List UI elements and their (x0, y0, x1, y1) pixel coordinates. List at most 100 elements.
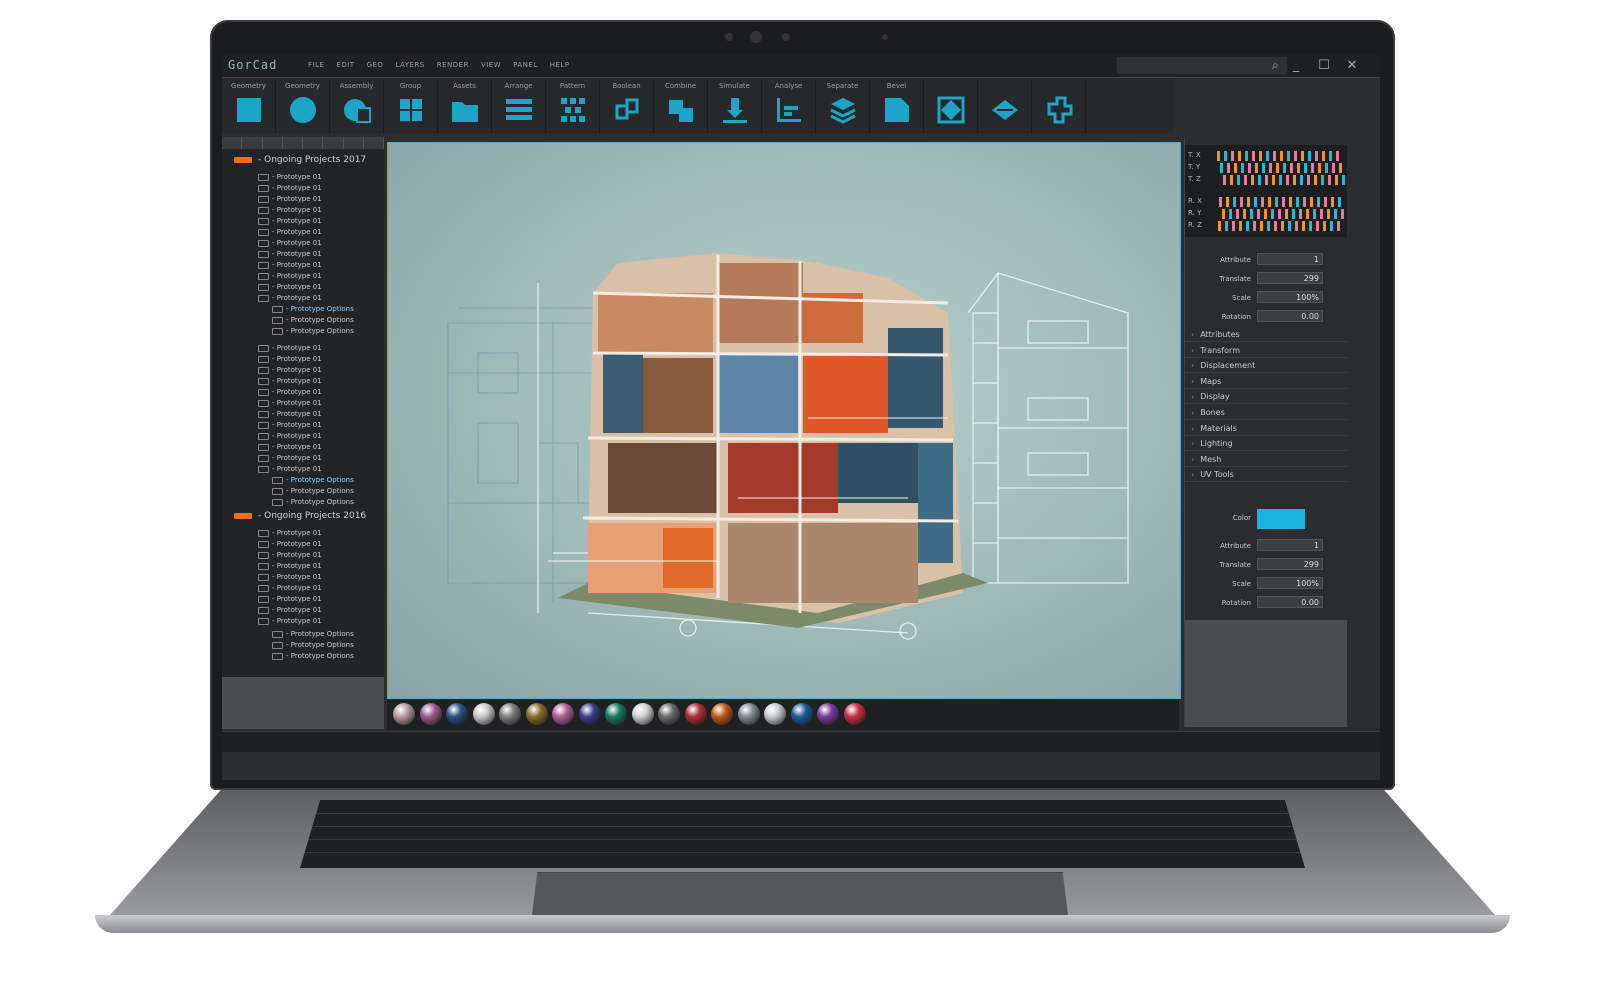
keyframe-mark[interactable] (1308, 151, 1311, 161)
property-value-input[interactable]: 1 (1257, 539, 1323, 551)
keyframe-mark[interactable] (1336, 151, 1339, 161)
prototype-item[interactable]: - Prototype 01 (258, 239, 322, 247)
property-value-input[interactable]: 100% (1257, 291, 1323, 303)
prototype-item[interactable]: - Prototype 01 (258, 388, 322, 396)
menu-item-geo[interactable]: GEO (367, 61, 384, 69)
keyframe-mark[interactable] (1243, 209, 1246, 219)
prototype-item[interactable]: - Prototype 01 (258, 261, 322, 269)
material-sphere[interactable] (817, 703, 839, 725)
keyframe-mark[interactable] (1339, 163, 1342, 173)
keyframe-mark[interactable] (1301, 151, 1304, 161)
prototype-item[interactable]: - Prototype 01 (258, 432, 322, 440)
keyframe-mark[interactable] (1281, 221, 1284, 231)
prototype-item[interactable]: - Prototype 01 (258, 595, 322, 603)
keyframe-mark[interactable] (1219, 197, 1222, 207)
keyframe-mark[interactable] (1331, 197, 1334, 207)
option-item[interactable]: - Prototype Options (272, 305, 354, 313)
prototype-item[interactable]: - Prototype 01 (258, 377, 322, 385)
project-group[interactable]: - Ongoing Projects 2016 (234, 511, 366, 521)
color-swatch[interactable] (1257, 509, 1305, 529)
keyframe-mark[interactable] (1288, 221, 1291, 231)
keyframe-mark[interactable] (1253, 221, 1256, 231)
keyframe-mark[interactable] (1237, 175, 1240, 185)
material-sphere[interactable] (578, 703, 601, 725)
accordion-maps[interactable]: › Maps (1185, 374, 1347, 389)
tool-button-8[interactable]: Combine (654, 79, 708, 133)
keyframe-mark[interactable] (1320, 209, 1323, 219)
accordion-materials[interactable]: › Materials (1185, 421, 1347, 436)
search-input[interactable] (1117, 57, 1287, 74)
keyframe-mark[interactable] (1264, 209, 1267, 219)
menu-item-render[interactable]: RENDER (437, 61, 469, 69)
keyframe-mark[interactable] (1275, 197, 1278, 207)
keyframe-mark[interactable] (1236, 209, 1239, 219)
keyframe-mark[interactable] (1265, 175, 1268, 185)
keyframe-mark[interactable] (1285, 209, 1288, 219)
option-item[interactable]: - Prototype Options (272, 498, 354, 506)
keyframe-mark[interactable] (1217, 151, 1220, 161)
prototype-item[interactable]: - Prototype 01 (258, 573, 322, 581)
keyframe-mark[interactable] (1278, 209, 1281, 219)
tool-button-9[interactable]: Simulate (708, 79, 762, 133)
prototype-item[interactable]: - Prototype 01 (258, 355, 322, 363)
prototype-item[interactable]: - Prototype 01 (258, 529, 322, 537)
prototype-item[interactable]: - Prototype 01 (258, 606, 322, 614)
tool-button-12[interactable]: Bevel (870, 79, 924, 133)
keyframe-mark[interactable] (1304, 163, 1307, 173)
tool-button-15[interactable] (1032, 79, 1086, 133)
keyframe-mark[interactable] (1334, 209, 1337, 219)
menu-item-view[interactable]: VIEW (481, 61, 501, 69)
keyframe-mark[interactable] (1233, 197, 1236, 207)
keyframe-mark[interactable] (1302, 221, 1305, 231)
keyframe-mark[interactable] (1225, 221, 1228, 231)
menu-item-layers[interactable]: LAYERS (395, 61, 424, 69)
menu-item-file[interactable]: FILE (308, 61, 324, 69)
prototype-item[interactable]: - Prototype 01 (258, 283, 322, 291)
menu-item-help[interactable]: HELP (550, 61, 570, 69)
keyframe-mark[interactable] (1232, 221, 1235, 231)
keyframe-mark[interactable] (1303, 197, 1306, 207)
keyframe-mark[interactable] (1329, 151, 1332, 161)
keyframe-mark[interactable] (1337, 221, 1340, 231)
keyframe-mark[interactable] (1283, 163, 1286, 173)
keyframe-mark[interactable] (1261, 197, 1264, 207)
timeline-track[interactable] (1217, 209, 1347, 219)
prototype-item[interactable]: - Prototype 01 (258, 551, 322, 559)
keyframe-mark[interactable] (1226, 197, 1229, 207)
tool-button-0[interactable]: Geometry (222, 79, 276, 133)
prototype-item[interactable]: - Prototype 01 (258, 399, 322, 407)
tool-button-13[interactable] (924, 79, 978, 133)
keyframe-mark[interactable] (1315, 151, 1318, 161)
prototype-item[interactable]: - Prototype 01 (258, 250, 322, 258)
material-sphere[interactable] (605, 703, 627, 725)
keyframe-mark[interactable] (1222, 209, 1225, 219)
prototype-item[interactable]: - Prototype 01 (258, 421, 322, 429)
material-sphere[interactable] (472, 703, 495, 725)
prototype-item[interactable]: - Prototype 01 (258, 562, 322, 570)
prototype-item[interactable]: - Prototype 01 (258, 195, 322, 203)
keyframe-mark[interactable] (1325, 163, 1328, 173)
material-sphere[interactable] (711, 703, 733, 725)
prototype-item[interactable]: - Prototype 01 (258, 217, 322, 225)
tool-button-3[interactable]: Group (384, 79, 438, 133)
material-sphere[interactable] (658, 703, 680, 725)
keyframe-mark[interactable] (1245, 151, 1248, 161)
material-sphere[interactable] (525, 703, 548, 725)
keyframe-mark[interactable] (1271, 209, 1274, 219)
keyframe-mark[interactable] (1220, 163, 1223, 173)
keyframe-mark[interactable] (1280, 151, 1283, 161)
keyframe-mark[interactable] (1229, 209, 1232, 219)
timeline-track[interactable] (1217, 163, 1347, 173)
prototype-item[interactable]: - Prototype 01 (258, 443, 322, 451)
timeline-track[interactable] (1217, 151, 1347, 161)
material-sphere[interactable] (737, 703, 760, 725)
close-button[interactable]: ✕ (1338, 55, 1366, 77)
keyframe-mark[interactable] (1224, 151, 1227, 161)
keyframe-mark[interactable] (1231, 151, 1234, 161)
prototype-item[interactable]: - Prototype 01 (258, 617, 322, 625)
prototype-item[interactable]: - Prototype 01 (258, 206, 322, 214)
minimize-button[interactable]: _ (1282, 55, 1310, 77)
accordion-displacement[interactable]: › Displacement (1185, 358, 1347, 374)
menu-item-panel[interactable]: PANEL (513, 61, 538, 69)
keyframe-mark[interactable] (1241, 163, 1244, 173)
